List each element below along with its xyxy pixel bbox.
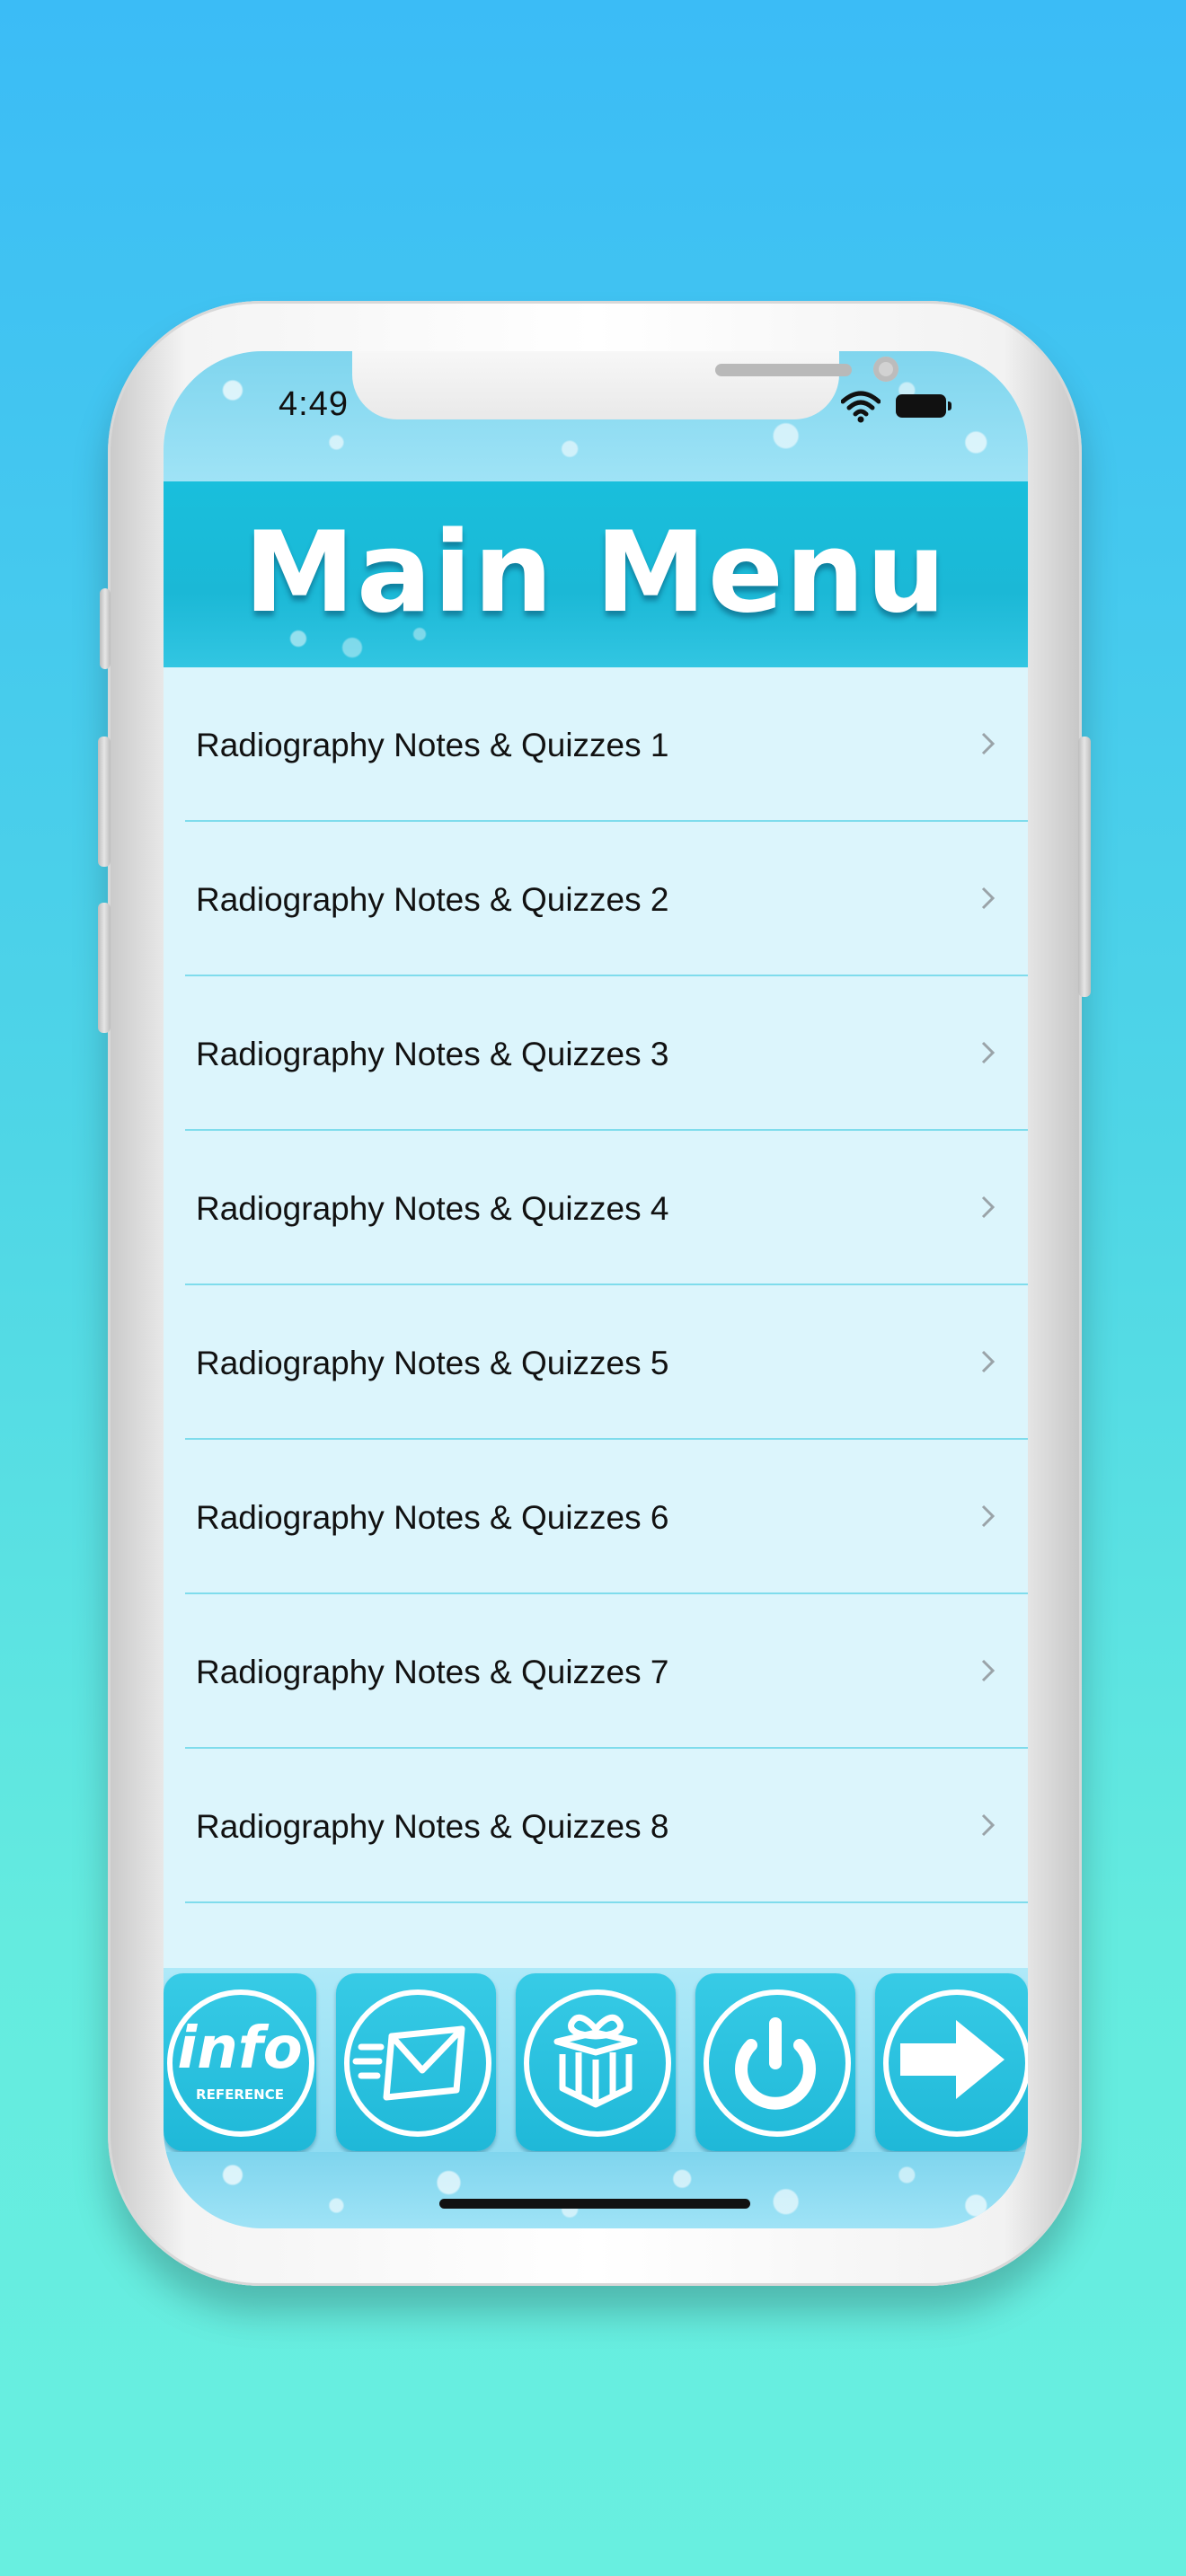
menu-item-3[interactable]: Radiography Notes & Quizzes 3 — [185, 976, 1028, 1131]
menu-list: Radiography Notes & Quizzes 1 Radiograph… — [164, 667, 1028, 1970]
menu-item-5[interactable]: Radiography Notes & Quizzes 5 — [185, 1285, 1028, 1440]
header-banner: Main Menu — [164, 481, 1028, 667]
home-indicator-area — [164, 2152, 1028, 2228]
earpiece-speaker — [715, 364, 852, 376]
power-button[interactable] — [695, 1973, 855, 2151]
info-sublabel: REFERENCE — [196, 2086, 284, 2103]
menu-item-label: Radiography Notes & Quizzes 2 — [196, 881, 669, 918]
menu-item-label: Radiography Notes & Quizzes 4 — [196, 1190, 669, 1227]
chevron-right-icon — [981, 1041, 996, 1064]
menu-item-label: Radiography Notes & Quizzes 3 — [196, 1036, 669, 1072]
menu-item-9[interactable]: Radiography Notes & Quizzes 9 — [185, 1903, 1028, 1970]
menu-item-2[interactable]: Radiography Notes & Quizzes 2 — [185, 822, 1028, 976]
mute-switch — [100, 588, 111, 669]
notch — [352, 351, 898, 419]
power-icon — [735, 2017, 816, 2110]
volume-up-button — [98, 737, 111, 867]
mail-icon — [352, 2025, 465, 2101]
power-side-button — [1078, 737, 1091, 997]
chevron-right-icon — [981, 1504, 996, 1528]
app-screen: 4:49 •••• Main Menu Radiography Notes & … — [164, 351, 1028, 2228]
mail-button[interactable] — [336, 1973, 496, 2151]
menu-item-8[interactable]: Radiography Notes & Quizzes 8 — [185, 1749, 1028, 1903]
info-button[interactable]: info REFERENCE — [164, 1973, 316, 2151]
chevron-right-icon — [981, 1195, 996, 1219]
wifi-icon — [841, 391, 881, 423]
info-icon: info — [164, 2020, 316, 2078]
chevron-right-icon — [981, 1350, 996, 1373]
page-title: Main Menu — [243, 508, 948, 638]
menu-item-7[interactable]: Radiography Notes & Quizzes 7 — [185, 1594, 1028, 1749]
menu-item-label: Radiography Notes & Quizzes 5 — [196, 1345, 669, 1381]
chevron-right-icon — [981, 887, 996, 910]
status-time: 4:49 — [279, 385, 349, 423]
menu-item-label: Radiography Notes & Quizzes 6 — [196, 1499, 669, 1536]
menu-item-label: Radiography Notes & Quizzes 8 — [196, 1808, 669, 1845]
chevron-right-icon — [981, 732, 996, 755]
chevron-right-icon — [981, 1813, 996, 1837]
home-indicator[interactable] — [439, 2199, 750, 2209]
bottom-toolbar: info REFERENCE — [164, 1968, 1028, 2152]
menu-item-1[interactable]: Radiography Notes & Quizzes 1 — [185, 667, 1028, 822]
front-camera — [873, 357, 898, 382]
menu-item-label: Radiography Notes & Quizzes 1 — [196, 727, 669, 763]
gift-icon — [553, 2014, 638, 2108]
battery-icon — [896, 394, 951, 418]
menu-item-6[interactable]: Radiography Notes & Quizzes 6 — [185, 1440, 1028, 1594]
menu-item-label: Radiography Notes & Quizzes 7 — [196, 1654, 669, 1690]
chevron-right-icon — [981, 1659, 996, 1682]
arrow-right-icon — [900, 2020, 1005, 2099]
gift-button[interactable] — [516, 1973, 676, 2151]
info-label: info — [177, 2016, 303, 2082]
status-bar: 4:49 •••• — [164, 351, 1028, 481]
volume-down-button — [98, 903, 111, 1033]
menu-item-4[interactable]: Radiography Notes & Quizzes 4 — [185, 1131, 1028, 1285]
next-button[interactable] — [875, 1973, 1028, 2151]
